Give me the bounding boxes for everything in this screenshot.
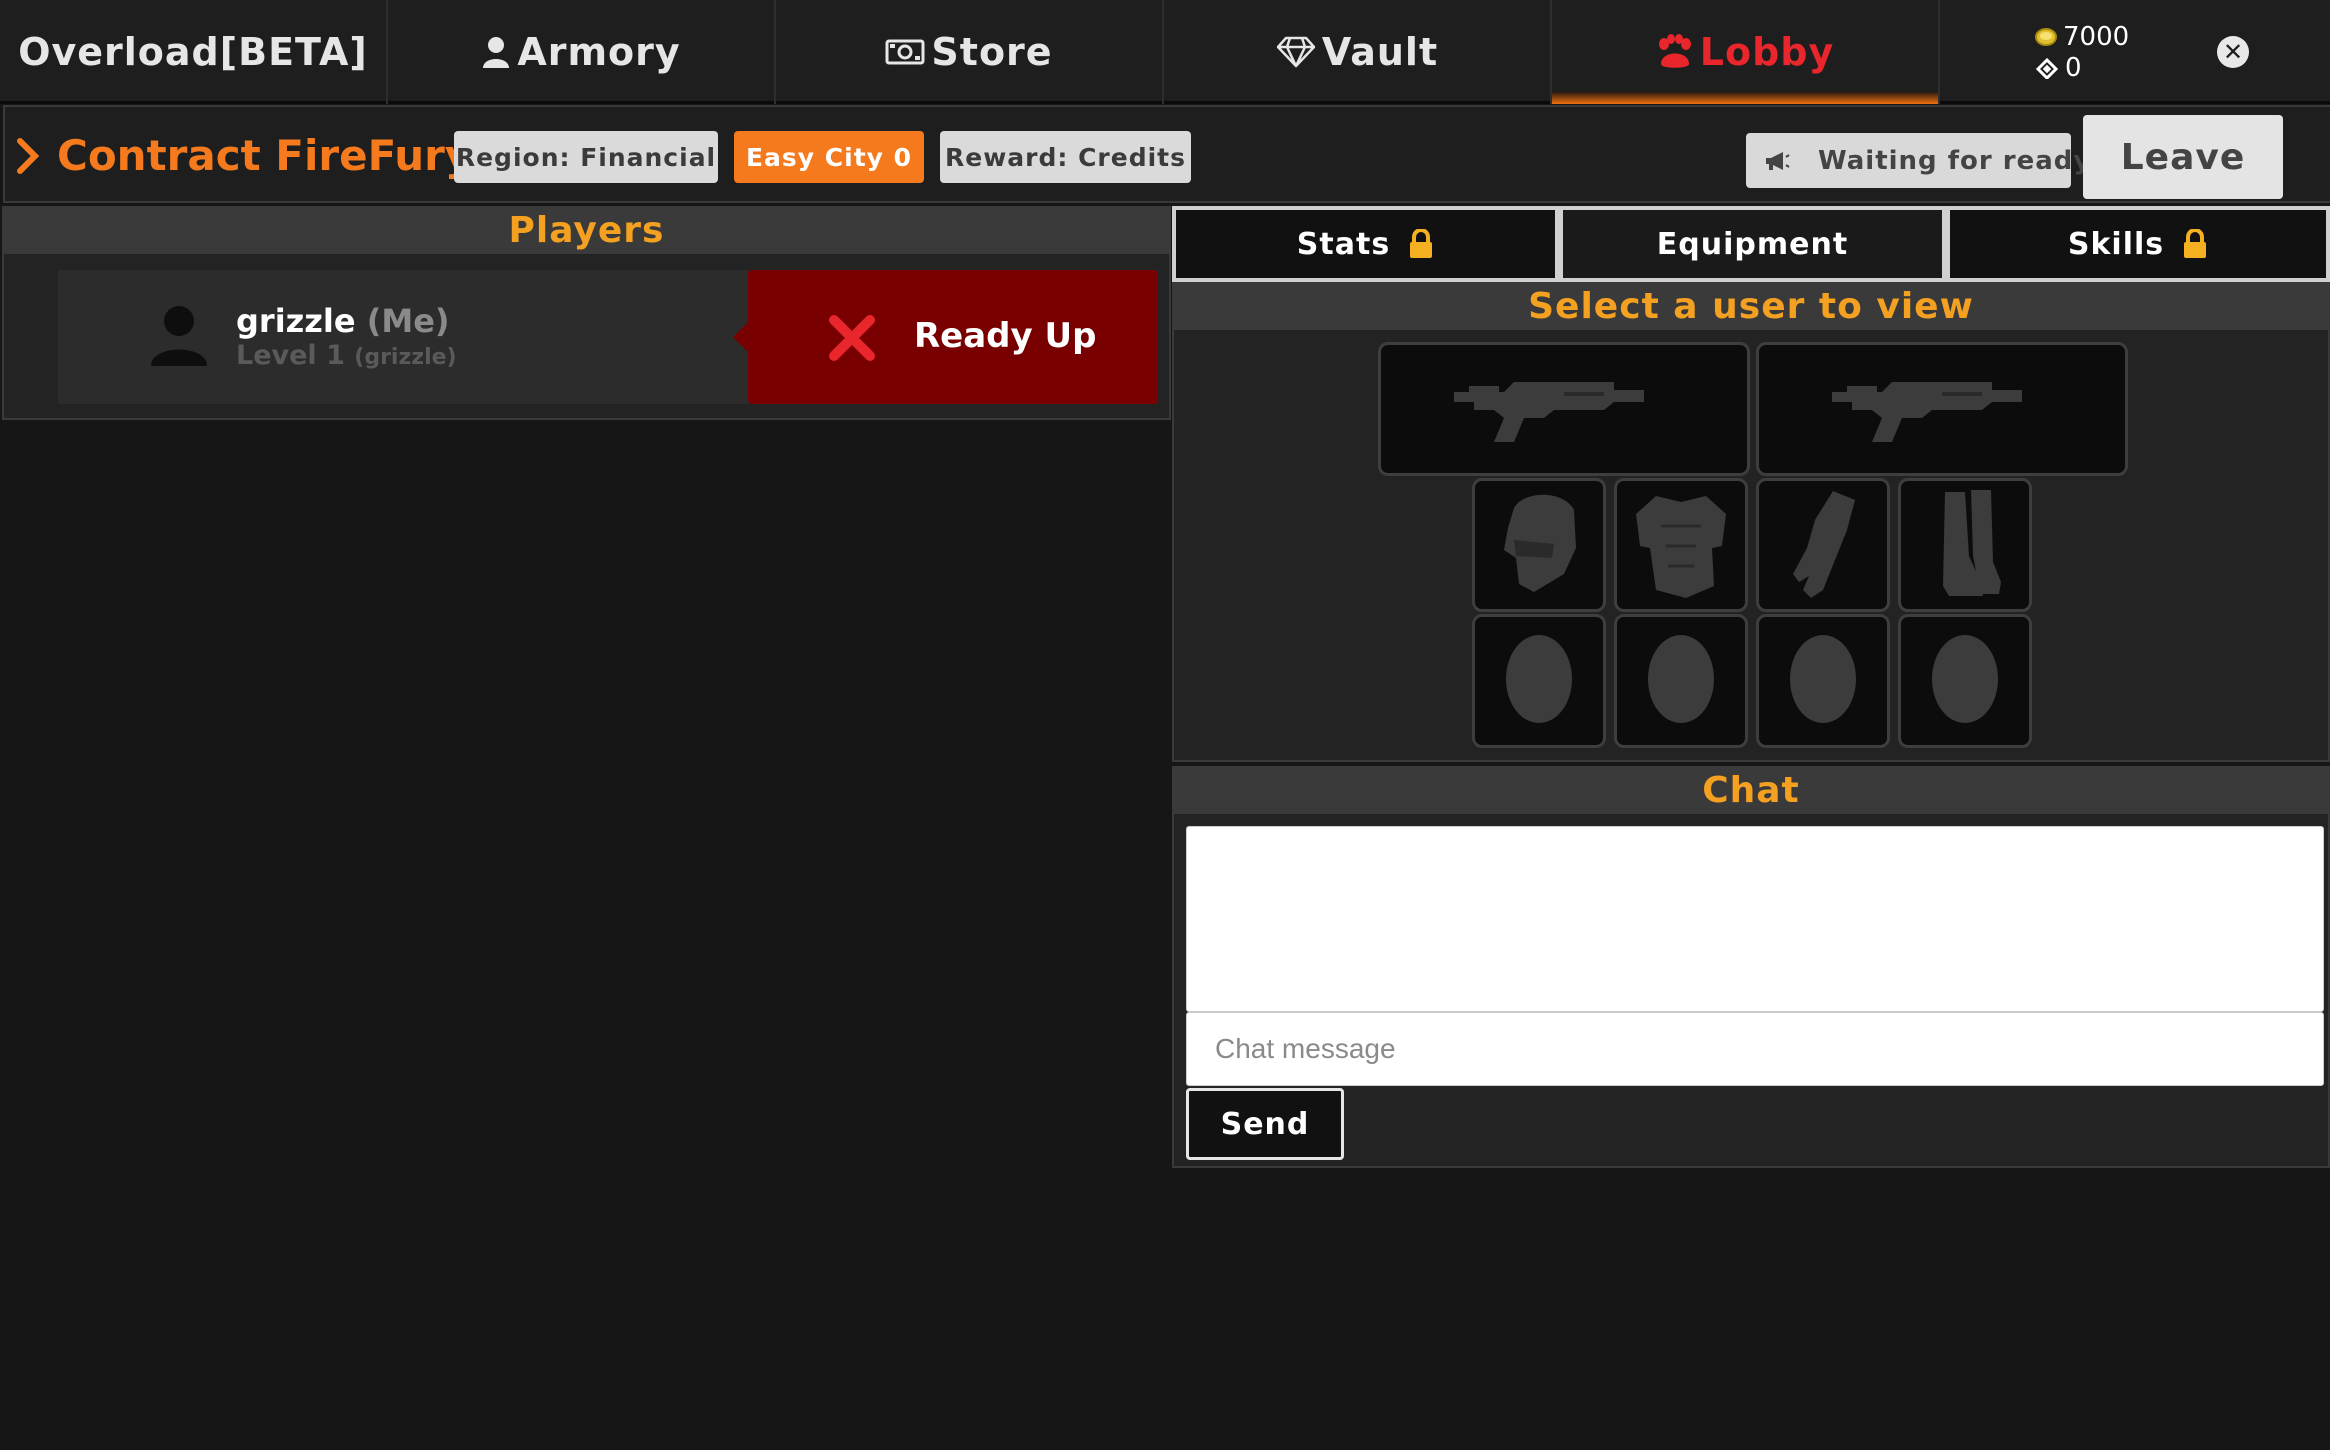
player-row[interactable]: grizzle (Me) Level 1 (grizzle) Ready Up xyxy=(58,270,1158,404)
tokens-line: 0 xyxy=(2035,53,2082,83)
close-icon xyxy=(828,314,876,366)
lock-icon xyxy=(2182,229,2208,259)
slot-boots[interactable] xyxy=(1898,478,2032,612)
player-level-text: Level 1 xyxy=(236,340,345,371)
players-panel: Players grizzle (Me) Level 1 (grizzle) R… xyxy=(2,206,1171,420)
coin-icon xyxy=(2035,27,2057,47)
tab-overload-label: Overload[BETA] xyxy=(18,30,368,74)
tab-lobby-label: Lobby xyxy=(1699,30,1835,74)
paw-icon xyxy=(1656,34,1694,70)
tab-skills-label: Skills xyxy=(2067,226,2165,262)
chat-panel: Chat Send xyxy=(1172,766,2330,1168)
reward-badge: Reward: Credits xyxy=(940,131,1191,183)
module-icon xyxy=(1645,631,1717,731)
diamond-icon xyxy=(1276,36,1316,68)
chat-log[interactable] xyxy=(1186,826,2324,1012)
slot-module-2[interactable] xyxy=(1614,614,1748,748)
lock-icon xyxy=(1408,229,1434,259)
close-button[interactable]: ✕ xyxy=(2217,36,2249,68)
tab-vault-label: Vault xyxy=(1321,30,1439,74)
slot-helmet[interactable] xyxy=(1472,478,1606,612)
player-account-text: (grizzle) xyxy=(354,345,457,370)
chevron-right-icon xyxy=(15,137,41,179)
status-badge: Waiting for ready xyxy=(1746,133,2090,188)
credits-value: 7000 xyxy=(2063,22,2130,52)
close-icon: ✕ xyxy=(2222,38,2244,66)
ready-up-button[interactable]: Ready Up xyxy=(733,270,1158,404)
credits-line: 7000 xyxy=(2035,22,2129,52)
leave-button[interactable]: Leave xyxy=(2083,115,2283,199)
slot-module-3[interactable] xyxy=(1756,614,1890,748)
module-icon xyxy=(1787,631,1859,731)
tab-equipment-label: Equipment xyxy=(1656,226,1849,262)
tab-stats-label: Stats xyxy=(1296,226,1391,262)
chest-armor-icon xyxy=(1626,486,1736,605)
user-icon xyxy=(481,36,511,68)
players-heading: Players xyxy=(4,208,1169,254)
tab-skills[interactable]: Skills xyxy=(1946,206,2330,282)
currency-display: 7000 0 ✕ xyxy=(1940,0,2330,104)
top-nav: Overload[BETA] Armory Store Vault Lobby … xyxy=(0,0,2330,104)
slot-chest[interactable] xyxy=(1614,478,1748,612)
slot-module-4[interactable] xyxy=(1898,614,2032,748)
contract-bar: Contract FireFury Region: Financial Easy… xyxy=(3,105,2330,203)
tab-overload[interactable]: Overload[BETA] xyxy=(0,0,388,104)
module-icon xyxy=(1503,631,1575,731)
equipment-panel: Select a user to view xyxy=(1172,282,2330,762)
tab-lobby[interactable]: Lobby xyxy=(1552,0,1940,104)
tab-equipment[interactable]: Equipment xyxy=(1559,206,1946,282)
slot-primary-weapon[interactable] xyxy=(1378,342,1750,476)
ready-up-label: Ready Up xyxy=(914,316,1097,356)
tab-stats[interactable]: Stats xyxy=(1172,206,1559,282)
tab-armory-label: Armory xyxy=(517,30,681,74)
tokens-value: 0 xyxy=(2065,53,2082,83)
player-name-text: grizzle xyxy=(236,302,356,340)
send-button[interactable]: Send xyxy=(1186,1088,1344,1160)
tab-vault[interactable]: Vault xyxy=(1164,0,1552,104)
player-name: grizzle (Me) xyxy=(236,302,450,340)
chat-message-input[interactable] xyxy=(1186,1012,2324,1086)
slot-secondary-weapon[interactable] xyxy=(1756,342,2128,476)
user-view-tabs: Stats Equipment Skills xyxy=(1172,206,2330,282)
rifle-icon xyxy=(1822,362,2062,456)
avatar xyxy=(150,304,208,370)
equipment-heading: Select a user to view xyxy=(1174,284,2328,330)
tab-store[interactable]: Store xyxy=(776,0,1164,104)
ticket-icon xyxy=(2035,57,2059,79)
region-badge: Region: Financial xyxy=(454,131,718,183)
slot-module-1[interactable] xyxy=(1472,614,1606,748)
tab-armory[interactable]: Armory xyxy=(388,0,776,104)
status-text: Waiting for ready xyxy=(1818,145,2092,176)
boots-icon xyxy=(1925,486,2005,605)
module-icon xyxy=(1929,631,2001,731)
glove-icon xyxy=(1783,486,1863,605)
slot-gloves[interactable] xyxy=(1756,478,1890,612)
helmet-icon xyxy=(1494,488,1584,602)
player-level: Level 1 (grizzle) xyxy=(236,340,457,371)
player-me-tag: (Me) xyxy=(366,302,450,340)
chat-heading: Chat xyxy=(1174,768,2328,814)
cash-icon xyxy=(885,38,925,66)
rifle-icon xyxy=(1444,362,1684,456)
tab-store-label: Store xyxy=(931,30,1053,74)
difficulty-badge: Easy City 0 xyxy=(734,131,924,183)
megaphone-icon xyxy=(1764,150,1790,172)
contract-title: Contract FireFury xyxy=(57,131,473,180)
